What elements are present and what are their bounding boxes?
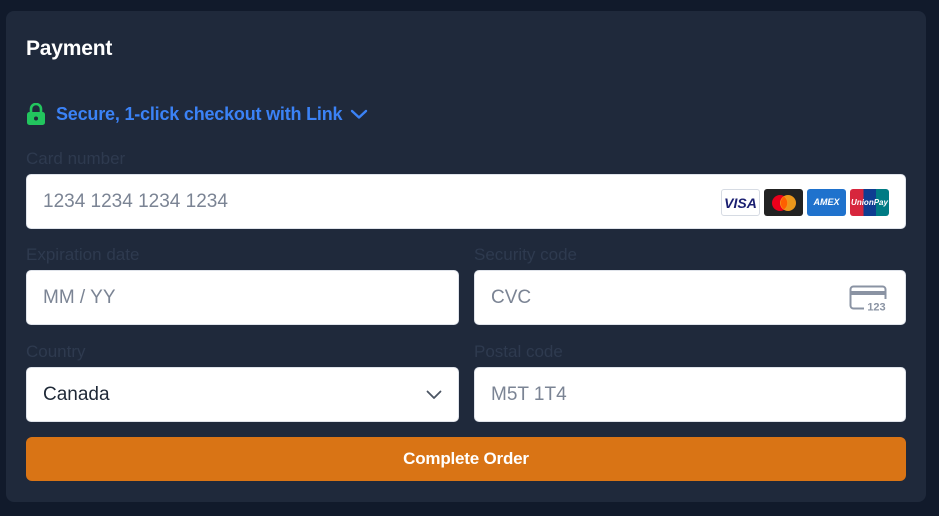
country-value: Canada — [43, 383, 110, 405]
card-number-field[interactable]: VISA AMEX UnionPay — [26, 174, 906, 229]
link-checkout-label: Secure, 1-click checkout with Link — [56, 103, 343, 124]
postal-code-field[interactable] — [474, 367, 906, 422]
cvc-icon-text: 123 — [867, 302, 885, 314]
security-code-input[interactable] — [491, 271, 905, 324]
postal-code-input[interactable] — [491, 368, 905, 421]
expiration-label: Expiration date — [26, 245, 140, 264]
visa-icon: VISA — [721, 189, 760, 216]
postal-code-label: Postal code — [474, 342, 563, 361]
expiration-input[interactable] — [43, 271, 458, 324]
unionpay-icon: UnionPay — [850, 189, 889, 216]
page-title: Payment — [26, 37, 113, 60]
complete-order-button[interactable]: Complete Order — [26, 437, 906, 481]
security-code-label: Security code — [474, 245, 577, 264]
card-brands: VISA AMEX UnionPay — [721, 189, 889, 216]
cvc-card-icon: 123 — [849, 285, 889, 313]
chevron-down-icon — [351, 109, 368, 119]
country-select[interactable]: Canada — [26, 367, 459, 422]
expiration-field[interactable] — [26, 270, 459, 325]
payment-card: Payment Secure, 1-click checkout with Li… — [6, 11, 926, 502]
lock-icon — [27, 103, 45, 125]
card-number-label: Card number — [26, 149, 126, 168]
link-checkout-button[interactable]: Secure, 1-click checkout with Link — [26, 102, 368, 126]
country-label: Country — [26, 342, 86, 361]
mastercard-icon — [764, 189, 803, 216]
amex-icon: AMEX — [807, 189, 846, 216]
security-code-field[interactable]: 123 — [474, 270, 906, 325]
chevron-down-icon — [426, 390, 442, 399]
